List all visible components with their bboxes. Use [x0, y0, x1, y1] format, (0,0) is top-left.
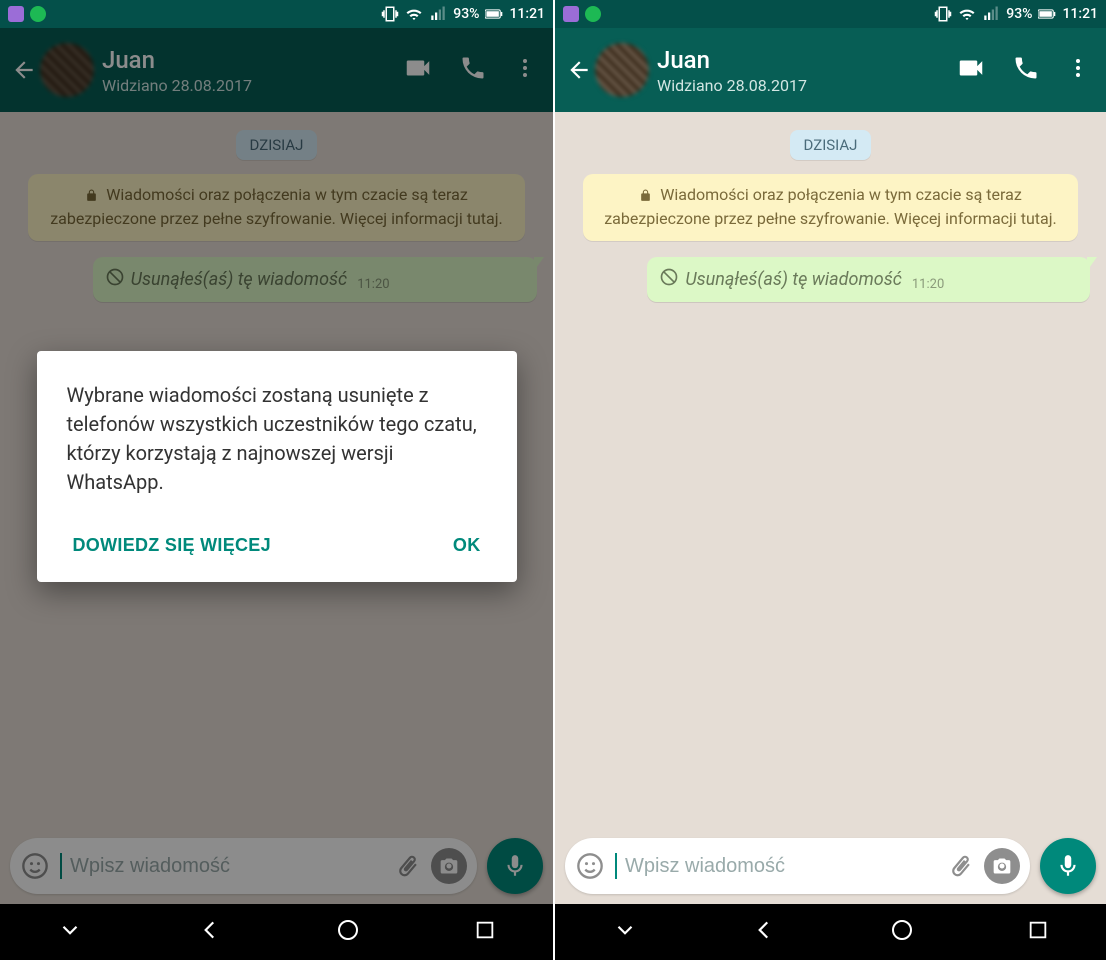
battery-icon [1038, 5, 1056, 23]
attach-icon[interactable] [946, 851, 976, 881]
app-icon-1 [8, 6, 24, 22]
status-bar: 93% 11:21 [0, 0, 553, 28]
back-button[interactable] [563, 57, 595, 83]
lock-icon [639, 186, 652, 208]
nav-recent-icon[interactable] [474, 919, 496, 945]
emoji-icon[interactable] [575, 851, 605, 881]
modal-overlay[interactable]: Wybrane wiadomości zostaną usunięte z te… [0, 28, 553, 904]
battery-percent: 93% [1006, 6, 1032, 22]
clock-text: 11:21 [509, 6, 545, 22]
nav-collapse-icon[interactable] [57, 917, 83, 947]
chat-title-block[interactable]: Juan Widziano 28.08.2017 [657, 46, 956, 95]
camera-icon[interactable] [984, 848, 1020, 884]
android-nav-bar [555, 904, 1106, 960]
ok-button[interactable]: OK [447, 525, 487, 566]
wifi-icon [958, 5, 976, 23]
nav-back-icon[interactable] [197, 917, 223, 947]
phone-screenshot-left: 93% 11:21 Juan Widziano 28.08.2017 DZISI… [0, 0, 553, 960]
delete-dialog: Wybrane wiadomości zostaną usunięte z te… [37, 351, 517, 582]
mic-button[interactable] [1040, 838, 1096, 894]
battery-icon [485, 5, 503, 23]
video-call-button[interactable] [956, 53, 986, 87]
signal-icon [982, 5, 1000, 23]
vibrate-icon [381, 5, 399, 23]
chat-header: Juan Widziano 28.08.2017 [555, 28, 1106, 112]
last-seen-text: Widziano 28.08.2017 [657, 76, 956, 95]
nav-back-icon[interactable] [751, 917, 777, 947]
nav-home-icon[interactable] [336, 918, 360, 946]
contact-name: Juan [657, 46, 956, 74]
dialog-body-text: Wybrane wiadomości zostaną usunięte z te… [67, 381, 487, 497]
clock-text: 11:21 [1062, 6, 1098, 22]
app-icon-2 [30, 6, 46, 22]
phone-screenshot-right: 93% 11:21 Juan Widziano 28.08.2017 DZISI… [553, 0, 1106, 960]
message-time: 11:20 [912, 277, 944, 292]
message-input[interactable] [625, 855, 938, 878]
chat-area: DZISIAJ Wiadomości oraz połączenia w tym… [555, 112, 1106, 904]
nav-home-icon[interactable] [890, 918, 914, 946]
nav-recent-icon[interactable] [1027, 919, 1049, 945]
message-bubble-deleted[interactable]: Usunąłeś(aś) tę wiadomość 11:20 [647, 257, 1090, 302]
encryption-notice[interactable]: Wiadomości oraz połączenia w tym czacie … [583, 174, 1078, 241]
signal-icon [429, 5, 447, 23]
message-input-field[interactable] [565, 838, 1030, 894]
app-icon-1 [563, 6, 579, 22]
voice-call-button[interactable] [1012, 54, 1040, 86]
battery-percent: 93% [453, 6, 479, 22]
input-bar [565, 838, 1096, 894]
encryption-notice-text: Wiadomości oraz połączenia w tym czacie … [604, 185, 1057, 228]
learn-more-button[interactable]: DOWIEDZ SIĘ WIĘCEJ [67, 525, 277, 566]
avatar[interactable] [595, 43, 649, 97]
blocked-icon [659, 267, 679, 292]
menu-button[interactable] [1066, 56, 1090, 84]
date-divider: DZISIAJ [790, 130, 872, 160]
wifi-icon [405, 5, 423, 23]
app-icon-2 [585, 6, 601, 22]
status-bar: 93% 11:21 [555, 0, 1106, 28]
vibrate-icon [934, 5, 952, 23]
text-cursor [615, 853, 617, 879]
nav-collapse-icon[interactable] [612, 917, 638, 947]
android-nav-bar [0, 904, 553, 960]
deleted-message-text: Usunąłeś(aś) tę wiadomość [685, 269, 902, 290]
